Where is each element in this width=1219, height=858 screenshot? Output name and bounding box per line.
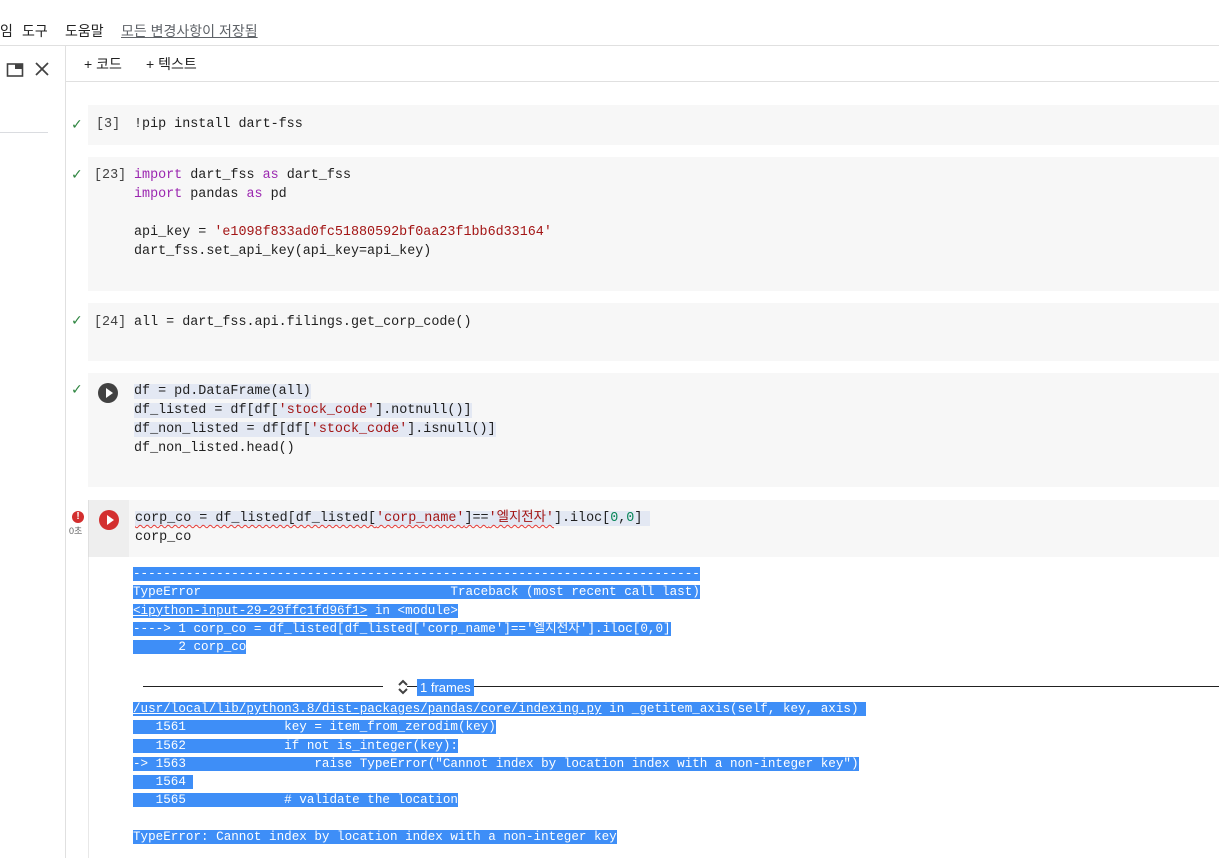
code-cell[interactable]: [23] import dart_fss as dart_fss import … <box>88 157 1219 291</box>
menu-item-runtime[interactable]: 임 <box>0 21 13 41</box>
execution-time: 0초 <box>69 526 83 536</box>
execution-count: [3] <box>96 117 121 132</box>
success-check-icon: ✓ <box>71 166 83 182</box>
frames-divider <box>143 686 1219 687</box>
code-editor[interactable]: df = pd.DataFrame(all) df_listed = df[df… <box>134 382 496 458</box>
saved-status-link[interactable]: 모든 변경사항이 저장됨 <box>121 21 258 41</box>
expand-collapse-icon <box>398 679 408 695</box>
close-icon[interactable] <box>34 61 50 77</box>
code-cell[interactable]: [3] !pip install dart-fss <box>88 105 1219 145</box>
final-error-message: TypeError: Cannot index by location inde… <box>133 830 617 845</box>
add-text-button[interactable]: + 텍스트 <box>146 54 197 74</box>
frames-label[interactable]: 1 frames <box>417 679 474 696</box>
play-icon <box>106 388 113 398</box>
side-panel <box>0 46 66 858</box>
code-line[interactable]: !pip install dart-fss <box>134 115 303 134</box>
execution-count: [23] <box>94 168 127 183</box>
code-cell[interactable]: df = pd.DataFrame(all) df_listed = df[df… <box>88 373 1219 487</box>
traceback-frame: /usr/local/lib/python3.8/dist-packages/p… <box>133 700 867 846</box>
success-check-icon: ✓ <box>71 116 83 132</box>
success-check-icon: ✓ <box>71 381 83 397</box>
error-status-icon[interactable]: ! <box>72 511 84 523</box>
code-editor[interactable]: corp_co = df_listed[df_listed['corp_name… <box>135 509 651 547</box>
play-icon <box>107 515 114 525</box>
code-line[interactable]: all = dart_fss.api.filings.get_corp_code… <box>134 313 472 332</box>
code-cell[interactable]: [24] all = dart_fss.api.filings.get_corp… <box>88 303 1219 361</box>
code-cell-error[interactable]: corp_co = df_listed[df_listed['corp_name… <box>88 500 1219 557</box>
traceback-file-link[interactable]: /usr/local/lib/python3.8/dist-packages/p… <box>133 702 602 716</box>
frames-toggle[interactable] <box>383 677 408 697</box>
panel-divider <box>0 132 48 133</box>
run-cell-button[interactable] <box>99 510 119 530</box>
success-check-icon: ✓ <box>71 312 83 328</box>
traceback-header: ----------------------------------------… <box>133 567 700 655</box>
open-in-tab-icon[interactable] <box>6 61 24 79</box>
notebook-toolbar: + 코드 + 텍스트 <box>66 46 1219 82</box>
execution-count: [24] <box>94 315 127 330</box>
code-editor[interactable]: import dart_fss as dart_fss import panda… <box>134 166 552 261</box>
add-code-button[interactable]: + 코드 <box>84 54 122 74</box>
menu-item-help[interactable]: 도움말 <box>65 21 104 41</box>
menu-item-tools[interactable]: 도구 <box>22 21 48 41</box>
traceback-input-link[interactable]: <ipython-input-29-29ffc1fd96f1> <box>133 604 367 618</box>
menu-bar: 임 도구 도움말 모든 변경사항이 저장됨 <box>0 0 1219 46</box>
run-cell-button[interactable] <box>98 383 118 403</box>
